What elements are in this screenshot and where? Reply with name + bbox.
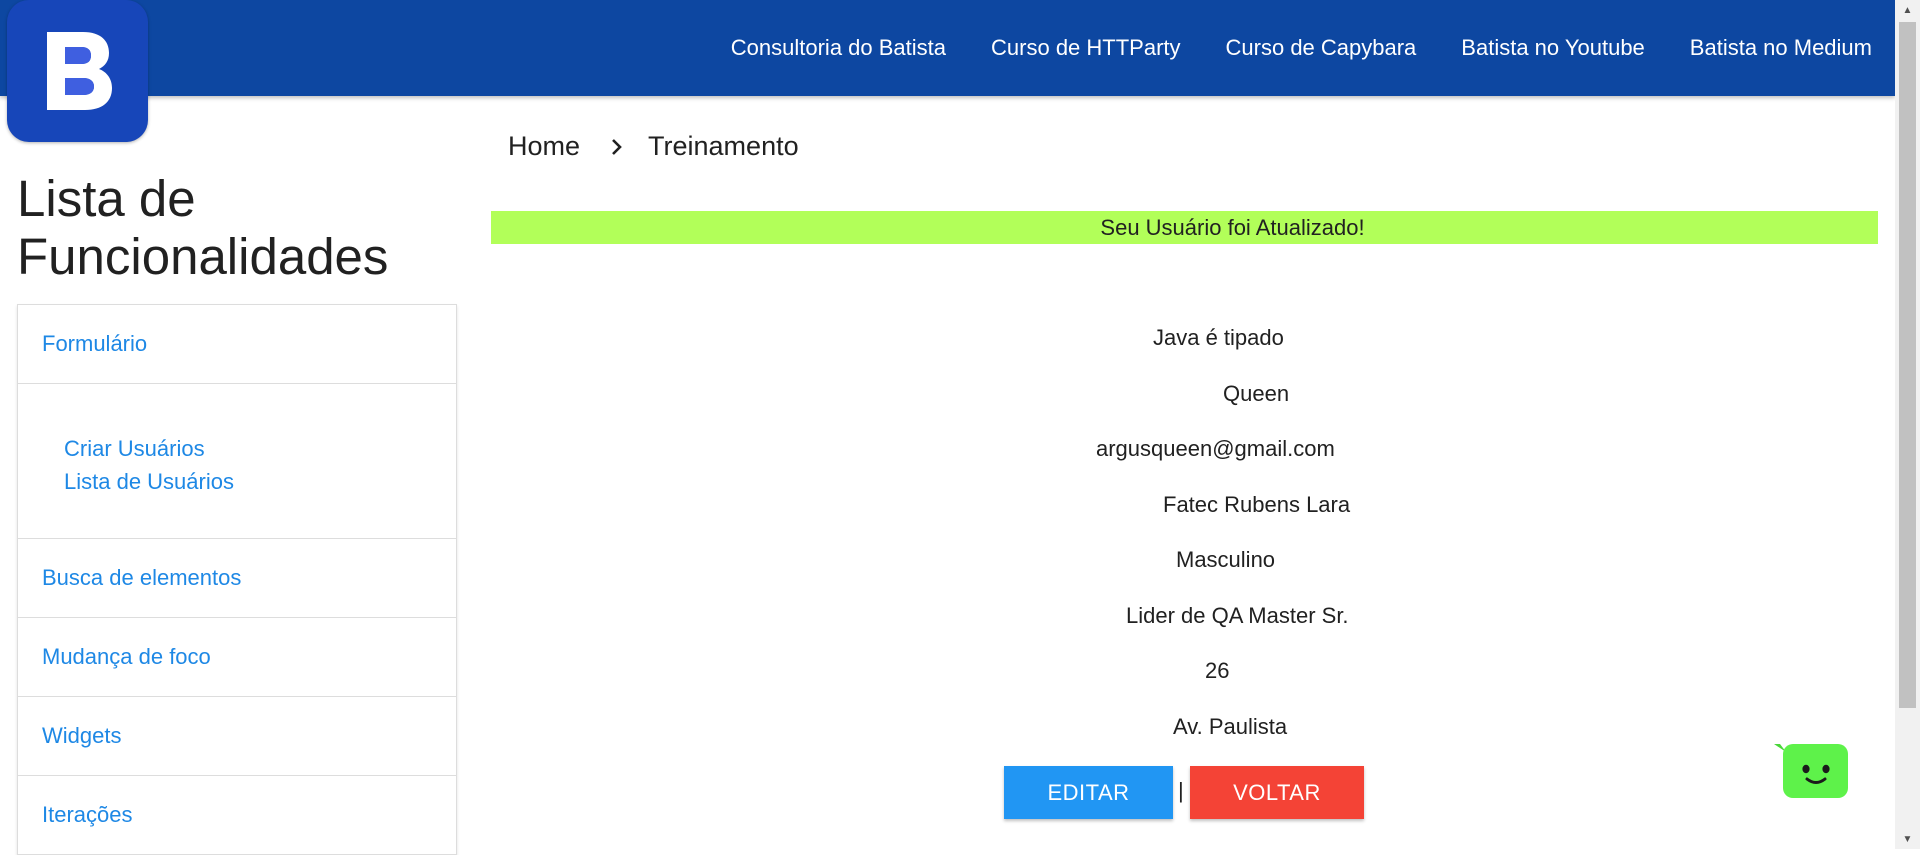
- user-job: Lider de QA Master Sr.: [1126, 603, 1349, 628]
- button-separator: |: [1178, 778, 1184, 803]
- sidebar-link-lista-usuarios[interactable]: Lista de Usuários: [64, 465, 456, 498]
- breadcrumb-home[interactable]: Home: [508, 131, 580, 162]
- scroll-down-icon[interactable]: ▼: [1895, 829, 1920, 849]
- sidebar-title-line1: Lista de: [17, 170, 196, 227]
- chevron-right-icon: [610, 136, 624, 156]
- logo-b-icon: [7, 0, 148, 142]
- user-university: Fatec Rubens Lara: [1163, 492, 1351, 517]
- nav-link-medium[interactable]: Batista no Medium: [1690, 35, 1872, 61]
- sidebar-item-widgets[interactable]: Widgets: [18, 697, 456, 776]
- breadcrumb: Home Treinamento: [508, 128, 799, 164]
- sidebar-item-iteracoes[interactable]: Iterações: [18, 776, 456, 855]
- sidebar-item-mudanca-foco[interactable]: Mudança de foco: [18, 618, 456, 697]
- sidebar-item-busca-elementos[interactable]: Busca de elementos: [18, 539, 456, 618]
- nav-link-youtube[interactable]: Batista no Youtube: [1461, 35, 1645, 61]
- sidebar-item-formulario[interactable]: Formulário: [18, 305, 456, 384]
- scroll-up-icon[interactable]: ▲: [1895, 0, 1920, 20]
- chat-bot-icon[interactable]: [1772, 742, 1850, 800]
- user-age: 26: [1205, 658, 1230, 683]
- nav-link-capybara[interactable]: Curso de Capybara: [1226, 35, 1417, 61]
- nav-link-consultoria[interactable]: Consultoria do Batista: [731, 35, 946, 61]
- nav-links: Consultoria do Batista Curso de HTTParty…: [731, 0, 1872, 96]
- sidebar-title: Lista de Funcionalidades: [17, 170, 457, 286]
- page-scrollbar[interactable]: ▲ ▼: [1895, 0, 1920, 849]
- sidebar-link-criar-usuarios[interactable]: Criar Usuários: [64, 432, 456, 465]
- formulario-submenu: Criar Usuários Lista de Usuários: [18, 384, 456, 539]
- user-name: Java é tipado: [1153, 325, 1284, 350]
- scrollbar-thumb[interactable]: [1899, 22, 1916, 708]
- user-address: Av. Paulista: [1173, 714, 1288, 739]
- nav-link-httparty[interactable]: Curso de HTTParty: [991, 35, 1181, 61]
- success-alert: Seu Usuário foi Atualizado!: [491, 211, 1878, 244]
- user-gender: Masculino: [1176, 547, 1276, 572]
- breadcrumb-current: Treinamento: [648, 130, 799, 161]
- top-navbar: Consultoria do Batista Curso de HTTParty…: [0, 0, 1895, 96]
- user-email: argusqueen@gmail.com: [1096, 436, 1335, 461]
- alert-message: Seu Usuário foi Atualizado!: [1100, 214, 1365, 240]
- back-button[interactable]: VOLTAR: [1190, 766, 1364, 819]
- brand-logo[interactable]: [7, 0, 148, 142]
- user-last-name: Queen: [1223, 381, 1290, 406]
- feature-list: Formulário Criar Usuários Lista de Usuár…: [17, 304, 457, 855]
- edit-button[interactable]: EDITAR: [1004, 766, 1173, 819]
- sidebar-title-line2: Funcionalidades: [17, 228, 389, 285]
